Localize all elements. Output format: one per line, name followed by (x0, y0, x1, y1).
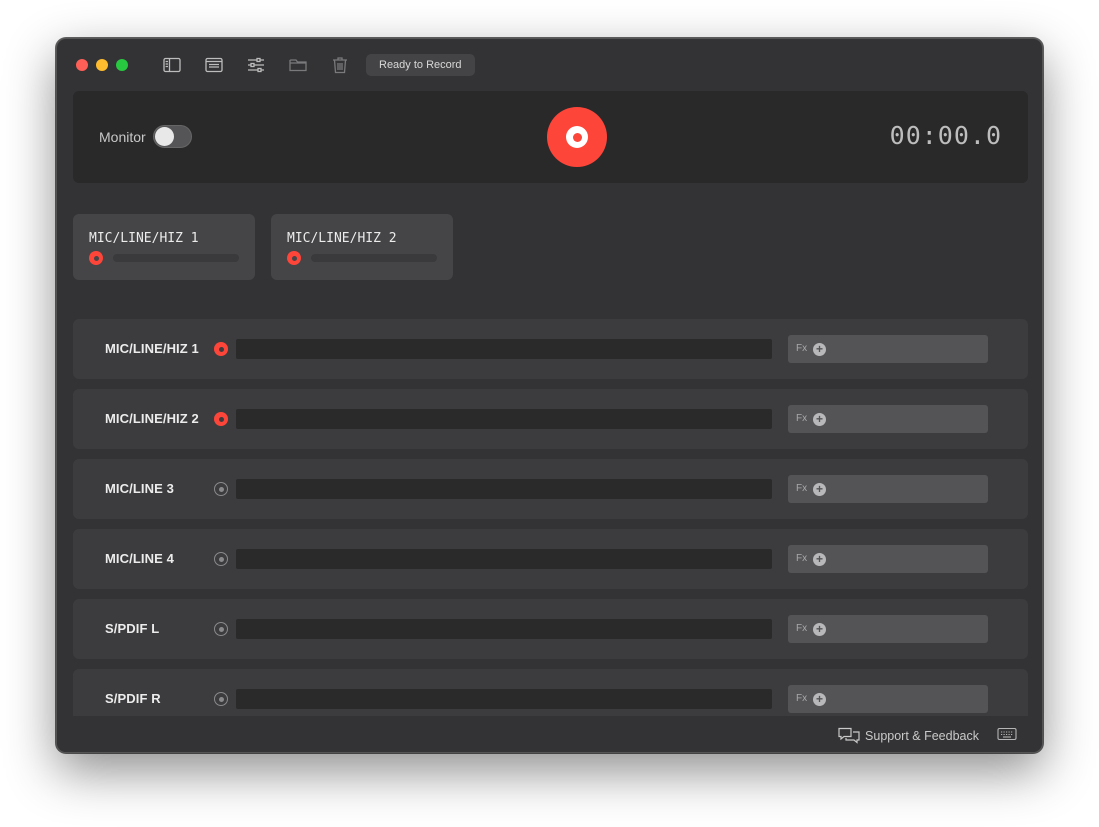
track-card-2[interactable]: MIC/LINE/HIZ 2 (271, 214, 453, 280)
channel-row[interactable]: MIC/LINE/HIZ 2 Fx + (73, 389, 1028, 449)
add-effect-icon[interactable]: + (813, 693, 826, 706)
track-card-title: MIC/LINE/HIZ 1 (89, 231, 199, 246)
record-arm-icon (287, 251, 301, 265)
add-effect-icon[interactable]: + (813, 483, 826, 496)
record-icon (566, 126, 588, 148)
channel-name: MIC/LINE 4 (105, 551, 174, 566)
channel-name: S/PDIF R (105, 691, 161, 706)
minimize-window-button[interactable] (96, 59, 108, 71)
window-icon[interactable] (202, 53, 226, 77)
channel-name: MIC/LINE 3 (105, 481, 174, 496)
fx-slot[interactable]: Fx + (788, 405, 988, 433)
record-arm-button[interactable] (214, 482, 228, 496)
transport-panel: Monitor 00:00.0 (73, 91, 1028, 183)
track-level-meter (113, 254, 239, 262)
trash-icon[interactable] (328, 53, 352, 77)
channel-row[interactable]: MIC/LINE/HIZ 1 Fx + (73, 319, 1028, 379)
track-card-title: MIC/LINE/HIZ 2 (287, 231, 397, 246)
channel-name: S/PDIF L (105, 621, 160, 636)
record-arm-button[interactable] (214, 552, 228, 566)
channel-row[interactable]: MIC/LINE 4 Fx + (73, 529, 1028, 589)
record-arm-button[interactable] (214, 622, 228, 636)
channel-name: MIC/LINE/HIZ 1 (105, 341, 199, 356)
track-card-1[interactable]: MIC/LINE/HIZ 1 (73, 214, 255, 280)
fx-slot[interactable]: Fx + (788, 545, 988, 573)
sidebar-icon[interactable] (160, 53, 184, 77)
channel-level-meter (236, 339, 772, 359)
fx-slot[interactable]: Fx + (788, 615, 988, 643)
fx-slot[interactable]: Fx + (788, 335, 988, 363)
channel-row[interactable]: MIC/LINE 3 Fx + (73, 459, 1028, 519)
status-badge: Ready to Record (366, 54, 475, 76)
monitor-label: Monitor (99, 129, 146, 145)
record-arm-button[interactable] (214, 412, 228, 426)
channel-level-meter (236, 549, 772, 569)
folder-icon[interactable] (286, 53, 310, 77)
support-feedback-link[interactable]: Support & Feedback (837, 726, 979, 746)
record-button[interactable] (547, 107, 607, 167)
elapsed-timer: 00:00.0 (889, 121, 1002, 150)
footer-bar: Support & Feedback (57, 716, 1042, 752)
fx-label: Fx (796, 343, 808, 354)
toggle-knob (155, 127, 174, 146)
channel-level-meter (236, 619, 772, 639)
fx-label: Fx (796, 483, 808, 494)
channel-level-meter (236, 479, 772, 499)
fx-label: Fx (796, 623, 808, 634)
add-effect-icon[interactable]: + (813, 553, 826, 566)
sliders-icon[interactable] (244, 53, 268, 77)
support-feedback-label: Support & Feedback (865, 729, 979, 743)
record-arm-button[interactable] (214, 692, 228, 706)
fx-label: Fx (796, 553, 808, 564)
fx-label: Fx (796, 693, 808, 704)
record-arm-button[interactable] (214, 342, 228, 356)
channel-row[interactable]: S/PDIF L Fx + (73, 599, 1028, 659)
add-effect-icon[interactable]: + (813, 343, 826, 356)
fx-label: Fx (796, 413, 808, 424)
add-effect-icon[interactable]: + (813, 623, 826, 636)
close-window-button[interactable] (76, 59, 88, 71)
app-window: Ready to Record Monitor 00:00.0 MIC/LINE… (56, 38, 1043, 753)
track-level-meter (311, 254, 437, 262)
fx-slot[interactable]: Fx + (788, 475, 988, 503)
channel-level-meter (236, 409, 772, 429)
record-arm-icon (89, 251, 103, 265)
keyboard-icon[interactable] (997, 727, 1017, 746)
channel-level-meter (236, 689, 772, 709)
title-bar: Ready to Record (57, 39, 1042, 89)
fx-slot[interactable]: Fx + (788, 685, 988, 713)
chat-bubbles-icon (838, 727, 860, 744)
monitor-toggle[interactable] (153, 125, 192, 148)
zoom-window-button[interactable] (116, 59, 128, 71)
channel-name: MIC/LINE/HIZ 2 (105, 411, 199, 426)
add-effect-icon[interactable]: + (813, 413, 826, 426)
